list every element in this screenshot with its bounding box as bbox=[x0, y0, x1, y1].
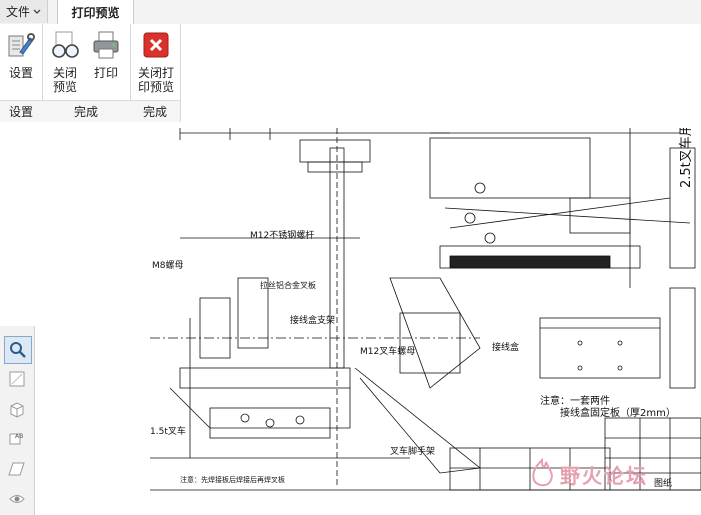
note-bolt-rod: M12不锈钢螺杆 bbox=[250, 229, 314, 241]
wrench-settings-icon bbox=[8, 33, 35, 57]
eye-tool[interactable] bbox=[4, 486, 30, 512]
note-forklift-nut: M12叉车螺母 bbox=[360, 345, 415, 357]
note-junction-bracket: 接线盒支架 bbox=[290, 314, 335, 326]
note-fixing-plate: 接线盒固定板（厚2mm） bbox=[560, 406, 676, 419]
note-forklift-2-5t: 2.5t叉车用 bbox=[678, 128, 694, 188]
text-icon: AB bbox=[9, 433, 23, 445]
text-tool[interactable]: AB bbox=[4, 426, 30, 452]
tab-print-preview[interactable]: 打印预览 bbox=[57, 0, 134, 24]
close-preview-label: 关闭 预览 bbox=[52, 66, 77, 94]
note-weld: 注意：先焊接板后焊接后再焊叉板 bbox=[180, 475, 285, 484]
group-finish: 关闭 预览 打印 完成 bbox=[42, 24, 131, 122]
note-junction-box: 接线盒 bbox=[492, 341, 519, 353]
note-nut: M8螺母 bbox=[152, 260, 184, 271]
zoom-icon bbox=[10, 342, 26, 358]
select-tool[interactable] bbox=[4, 366, 30, 392]
title-block-label: 图纸 bbox=[654, 477, 672, 489]
print-button-label: 打印 bbox=[93, 66, 118, 80]
close-x-icon bbox=[143, 32, 169, 58]
close-preview-button[interactable]: 关闭 预览 bbox=[48, 30, 82, 94]
group-finish-2-label: 完成 bbox=[130, 100, 180, 122]
watermark-text: 野火论坛 bbox=[560, 463, 648, 488]
file-menu-label: 文件 bbox=[5, 5, 30, 19]
close-print-preview-label: 关闭打 印预览 bbox=[137, 66, 174, 94]
group-finish-2: 关闭打 印预览 完成 bbox=[130, 24, 181, 122]
menu-bar: 文件 打印预览 bbox=[0, 0, 701, 25]
file-menu[interactable]: 文件 bbox=[0, 0, 48, 23]
close-print-preview-button[interactable]: 关闭打 印预览 bbox=[134, 30, 178, 94]
box-tool[interactable] bbox=[4, 396, 30, 422]
box-icon bbox=[10, 402, 24, 418]
print-button[interactable]: 打印 bbox=[88, 30, 124, 80]
note-one-set-two: 注意：一套两件 bbox=[540, 394, 610, 407]
watermark: 野火论坛 bbox=[528, 458, 648, 490]
glasses-icon bbox=[52, 31, 79, 58]
left-toolbar: AB bbox=[0, 326, 35, 515]
shape-tool[interactable] bbox=[4, 456, 30, 482]
printer-icon bbox=[93, 31, 119, 59]
shape-icon bbox=[8, 462, 25, 476]
svg-text:AB: AB bbox=[15, 433, 23, 440]
group-settings: 设置 设置 bbox=[0, 24, 43, 122]
note-scaffold: 叉车脚手架 bbox=[390, 445, 435, 457]
group-settings-label: 设置 bbox=[0, 100, 42, 122]
flame-logo-icon bbox=[532, 458, 553, 487]
zoom-tool[interactable] bbox=[4, 336, 32, 364]
ribbon: 设置 设置 关闭 预览 打印 完成 关闭打 印预览 完成 bbox=[0, 24, 701, 123]
settings-button[interactable]: 设置 bbox=[4, 30, 38, 80]
chevron-down-icon bbox=[33, 9, 41, 14]
note-fork-plate: 拉丝铝合金叉板 bbox=[260, 280, 316, 290]
select-icon bbox=[9, 371, 25, 387]
cad-drawing: M12不锈钢螺杆 接线盒支架 M12叉车螺母 M8螺母 1.5t叉车 叉车脚手架… bbox=[150, 128, 701, 491]
settings-button-label: 设置 bbox=[8, 66, 33, 80]
note-1-5t: 1.5t叉车 bbox=[150, 425, 186, 437]
group-finish-label: 完成 bbox=[42, 100, 130, 122]
eye-icon bbox=[9, 495, 25, 503]
